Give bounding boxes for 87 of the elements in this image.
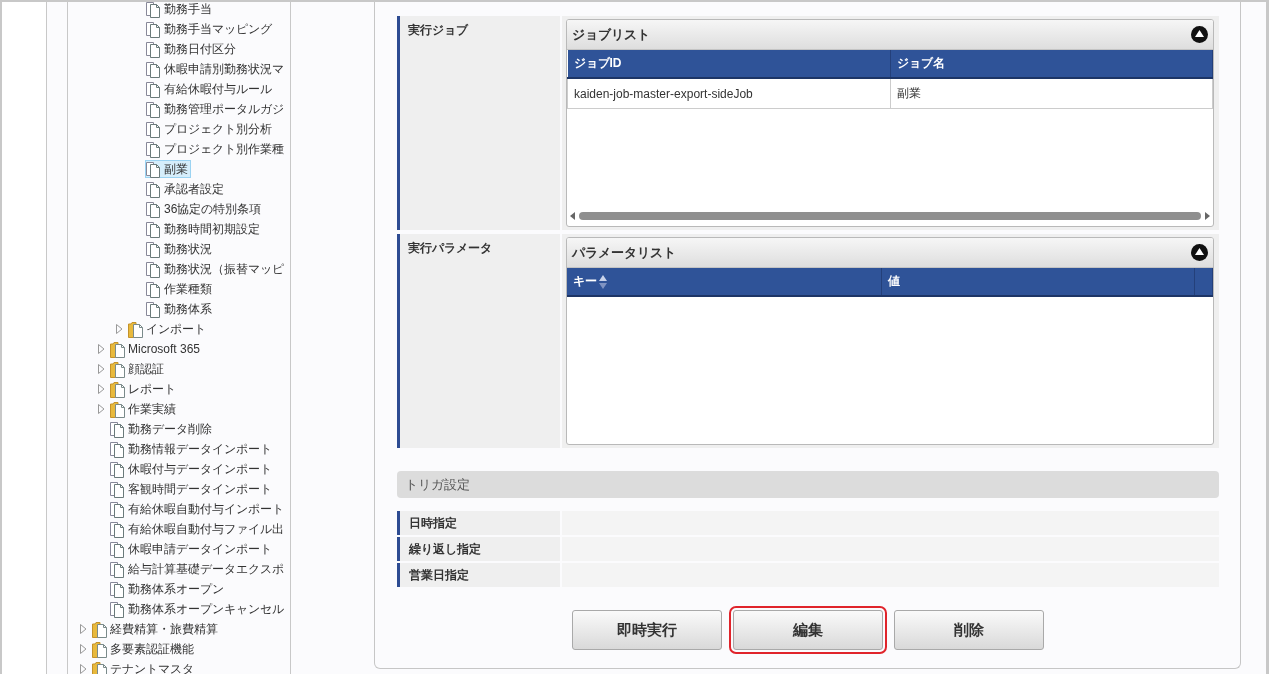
list-title: パラメータリスト [572,243,676,262]
tree-item[interactable]: プロジェクト別作業種 [145,140,287,158]
folder-icon [92,640,108,658]
tree-item[interactable]: 勤務体系オープンキャンセル [109,600,287,618]
field-label: 日時指定 [397,511,560,535]
document-icon [146,240,162,258]
folder-icon [128,320,144,338]
tree-item[interactable]: 経費精算・旅費精算 [91,620,221,638]
column-header[interactable]: キー [567,268,882,296]
tree-item[interactable]: 承認者設定 [145,180,227,198]
collapse-icon[interactable] [1191,26,1208,43]
tree-item[interactable]: 勤務状況 [145,240,215,258]
tree-item[interactable]: 勤務時間初期設定 [145,220,263,238]
column-header[interactable]: ジョブID [567,50,890,78]
document-icon [110,460,126,478]
document-icon [146,140,162,158]
tree-item[interactable]: 休暇申請別勤務状況マ [145,60,287,78]
document-icon [146,260,162,278]
tree-item[interactable]: テナントマスタ [91,660,197,674]
document-icon [146,160,162,178]
tree-item[interactable]: 副業 [145,160,191,178]
action-button[interactable]: 削除 [894,610,1044,650]
tree-item[interactable]: 勤務体系 [145,300,215,318]
tree-item[interactable]: Microsoft 365 [109,340,204,358]
folder-icon [110,360,126,378]
document-icon [146,180,162,198]
document-icon [110,580,126,598]
document-icon [146,120,162,138]
tree-item[interactable]: 給与計算基礎データエクスポ [109,560,287,578]
column-header[interactable]: ジョブ名 [890,50,1213,78]
list-title: ジョブリスト [572,25,650,44]
document-icon [146,40,162,58]
document-icon [110,560,126,578]
collapse-icon[interactable] [1191,244,1208,261]
document-icon [110,500,126,518]
tree-item[interactable]: 勤務日付区分 [145,40,239,58]
table-cell: 副業 [890,78,1213,109]
tree-item[interactable]: 勤務手当 [145,2,215,18]
column-header[interactable]: 値 [881,268,1195,296]
tree-item[interactable]: 休暇付与データインポート [109,460,275,478]
document-icon [146,100,162,118]
action-button[interactable]: 即時実行 [572,610,722,650]
tree-item[interactable]: レポート [109,380,179,398]
tree-item[interactable]: 休暇申請データインポート [109,540,275,558]
field-label: 営業日指定 [397,563,560,587]
document-icon [146,300,162,318]
tree-item[interactable]: 勤務データ削除 [109,420,215,438]
tree-item[interactable]: 作業種類 [145,280,215,298]
tree-item[interactable]: 有給休暇付与ルール [145,80,275,98]
tree-item[interactable]: 作業実績 [109,400,179,418]
tree-item[interactable]: 勤務情報データインポート [109,440,275,458]
field-label: 実行ジョブ [397,16,560,230]
folder-icon [110,340,126,358]
folder-icon [110,380,126,398]
folder-icon [92,620,108,638]
document-icon [146,60,162,78]
document-icon [146,80,162,98]
document-icon [110,480,126,498]
tree-item[interactable]: 有給休暇自動付与インポート [109,500,287,518]
document-icon [110,540,126,558]
tree-item[interactable]: 多要素認証機能 [91,640,197,658]
tree-item[interactable]: 勤務手当マッピング [145,20,275,38]
document-icon [146,280,162,298]
tree-item[interactable]: 36協定の特別条項 [145,200,265,218]
tree-item[interactable]: 有給休暇自動付与ファイル出 [109,520,287,538]
tree-item[interactable]: インポート [127,320,209,338]
document-icon [110,420,126,438]
tree-item[interactable]: 勤務管理ポータルガジ [145,100,287,118]
document-icon [146,20,162,38]
document-icon [146,200,162,218]
document-icon [110,440,126,458]
document-icon [110,520,126,538]
tree-item[interactable]: プロジェクト別分析 [145,120,275,138]
document-icon [146,220,162,238]
field-label: 実行パラメータ [397,234,560,448]
tree-item[interactable]: 顔認証 [109,360,167,378]
section-header: トリガ設定 [397,471,1219,498]
document-icon [110,600,126,618]
sort-icon[interactable] [599,274,607,289]
scroll-right-icon[interactable] [1204,212,1210,220]
tree-item[interactable]: 勤務状況（振替マッピ [145,260,287,278]
tree-item[interactable]: 客観時間データインポート [109,480,275,498]
folder-icon [110,400,126,418]
scroll-left-icon[interactable] [570,212,576,220]
table-cell: kaiden-job-master-export-sideJob [567,78,890,109]
tree-item[interactable]: 勤務体系オープン [109,580,227,598]
field-label: 繰り返し指定 [397,537,560,561]
